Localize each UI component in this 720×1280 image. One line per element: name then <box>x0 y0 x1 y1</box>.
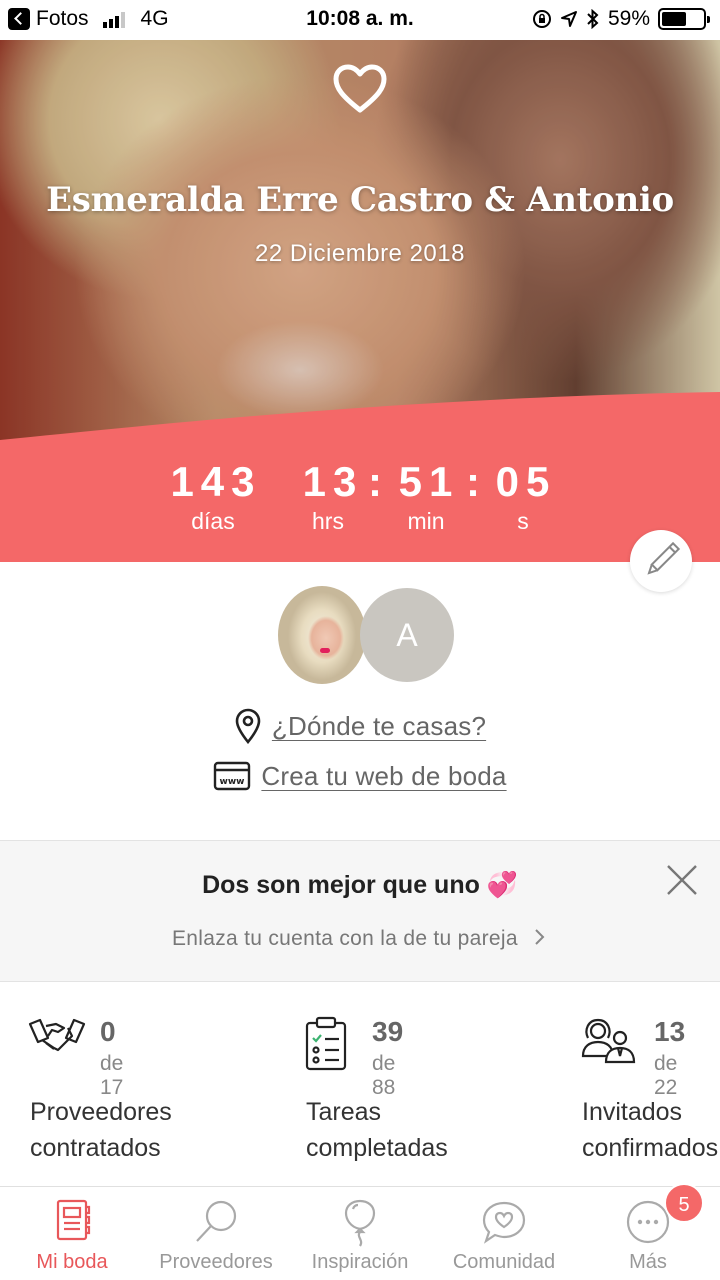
bottom-tab-bar: Mi boda Proveedores Inspiración Comunida… <box>0 1186 720 1280</box>
magnifier-icon <box>196 1200 237 1242</box>
banner-subtitle[interactable]: Enlaza tu cuenta con la de tu pareja <box>0 927 720 951</box>
status-bar: Fotos 4G 10:08 a. m. 59% <box>0 0 720 40</box>
partner-avatar[interactable]: A <box>360 588 454 682</box>
tab-mi-boda[interactable]: Mi boda <box>0 1187 144 1280</box>
notebook-icon <box>56 1199 91 1241</box>
tab-proveedores-label: Proveedores <box>159 1251 273 1273</box>
tab-mi-boda-label: Mi boda <box>36 1251 108 1273</box>
countdown-separator: : <box>466 458 480 505</box>
stat-guests-value: 13 <box>654 1016 686 1047</box>
close-icon[interactable] <box>664 862 700 898</box>
stat-tasks-value: 39 <box>372 1016 404 1047</box>
countdown-hours-label: hrs <box>312 508 344 534</box>
countdown-days-label: días <box>191 508 235 534</box>
checklist-icon <box>305 1016 347 1071</box>
handshake-icon <box>28 1018 86 1052</box>
stat-guests-label: Invitados confirmados <box>582 1094 720 1166</box>
stat-guests-total: de 22 <box>654 1052 678 1099</box>
stat-vendors-label-line2: contratados <box>30 1134 161 1162</box>
where-wedding-link[interactable]: ¿Dónde te casas? <box>272 711 486 742</box>
tab-mas-label: Más <box>629 1251 667 1273</box>
stat-vendors-value: 0 <box>100 1016 116 1047</box>
balloon-icon <box>344 1199 376 1247</box>
wedding-website-link[interactable]: Crea tu web de boda <box>261 761 506 792</box>
couple-name: Esmeralda Erre Castro & Antonio <box>46 180 674 220</box>
battery-level <box>662 12 686 26</box>
chat-heart-icon <box>482 1201 526 1244</box>
countdown-days: 143 <box>170 458 262 505</box>
wedding-hero: Esmeralda Erre Castro & Antonio 22 Dicie… <box>0 40 720 562</box>
bluetooth-icon <box>587 9 599 29</box>
banner-subtitle-text[interactable]: Enlaza tu cuenta con la de tu pareja <box>172 927 518 950</box>
user-avatar[interactable] <box>278 586 366 684</box>
wedding-website-row[interactable]: www Crea tu web de boda <box>0 760 720 792</box>
stat-vendors-label-line1: Proveedores <box>30 1098 172 1126</box>
rotation-lock-icon <box>532 10 551 28</box>
tab-proveedores[interactable]: Proveedores <box>144 1187 288 1280</box>
location-arrow-icon <box>560 11 577 27</box>
where-wedding-row[interactable]: ¿Dónde te casas? <box>0 708 720 744</box>
countdown-seconds: 05 <box>495 458 557 505</box>
chevron-right-icon <box>535 929 545 945</box>
tab-inspiracion-label: Inspiración <box>311 1251 409 1273</box>
stat-tasks-label-line2: completadas <box>306 1134 448 1162</box>
link-partner-banner[interactable]: Dos son mejor que uno 💞 Enlaza tu cuenta… <box>0 840 720 982</box>
notification-badge: 5 <box>664 1183 704 1223</box>
wedding-date: 22 Diciembre 2018 <box>255 240 465 267</box>
stat-tasks-label: Tareas completadas <box>306 1094 448 1166</box>
edit-wedding-button[interactable] <box>630 530 692 592</box>
tab-inspiracion[interactable]: Inspiración <box>288 1187 432 1280</box>
countdown-seconds-label: s <box>517 508 529 534</box>
tab-comunidad-label: Comunidad <box>452 1251 556 1273</box>
heart-icon <box>333 64 387 113</box>
banner-title: Dos son mejor que uno 💞 <box>202 871 518 899</box>
location-pin-icon <box>235 708 261 744</box>
countdown-hours: 13 <box>302 458 364 505</box>
countdown-separator: : <box>368 458 382 505</box>
battery-icon <box>658 8 710 30</box>
countdown-minutes: 51 <box>398 458 460 505</box>
tab-comunidad[interactable]: Comunidad <box>432 1187 576 1280</box>
stat-guests-label-line2: confirmados <box>582 1134 719 1162</box>
stat-guests-label-line1: Invitados <box>582 1098 683 1126</box>
stat-vendors-total: de 17 <box>100 1052 124 1099</box>
svg-text:www: www <box>220 777 245 787</box>
battery-percent: 59% <box>607 7 650 30</box>
guests-icon <box>581 1018 636 1064</box>
countdown: 143 13 : 51 : 05 días hrs min s <box>0 450 720 540</box>
www-icon: www <box>214 761 251 791</box>
stat-tasks-total: de 88 <box>372 1052 396 1099</box>
stat-tasks-label-line1: Tareas <box>306 1098 382 1126</box>
pencil-icon <box>647 541 681 575</box>
countdown-minutes-label: min <box>407 508 445 534</box>
stat-vendors-label: Proveedores contratados <box>30 1094 172 1166</box>
